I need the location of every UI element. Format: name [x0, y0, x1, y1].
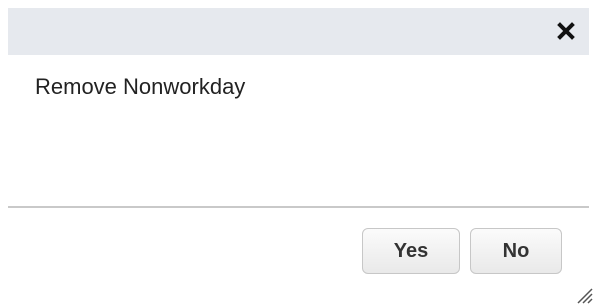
yes-button[interactable]: Yes: [362, 228, 460, 274]
confirm-dialog: Remove Nonworkday Yes No: [0, 0, 597, 308]
close-icon: [557, 22, 575, 40]
resize-handle[interactable]: [575, 286, 593, 304]
footer-divider: [8, 206, 589, 208]
close-button[interactable]: [553, 18, 579, 44]
resize-grip-icon: [577, 288, 593, 304]
dialog-titlebar: [8, 8, 589, 55]
dialog-message: Remove Nonworkday: [35, 74, 246, 99]
no-button[interactable]: No: [470, 228, 562, 274]
